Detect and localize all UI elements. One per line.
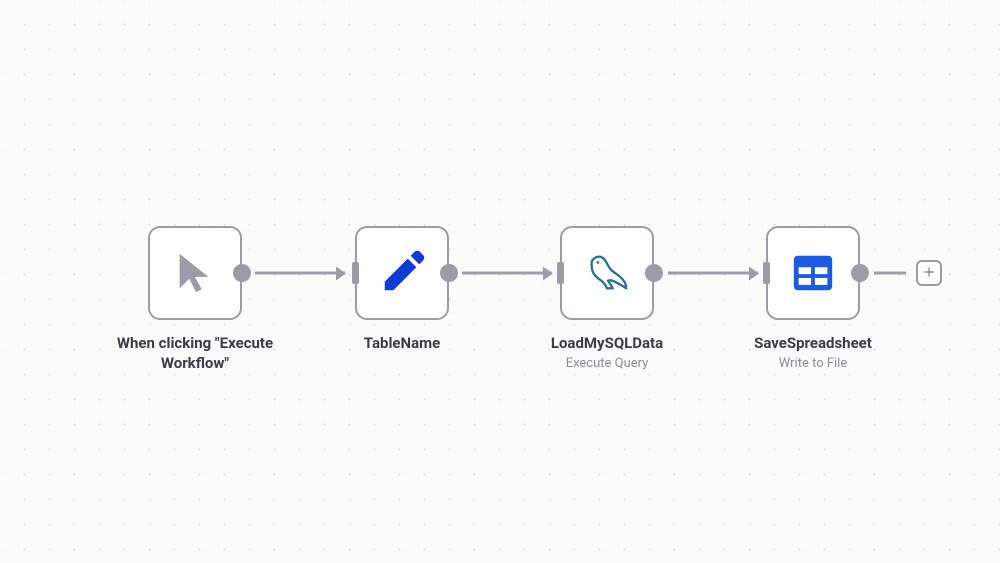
pencil-icon: [379, 250, 425, 296]
cursor-icon: [172, 250, 218, 296]
node-savespreadsheet-title: SaveSpreadsheet: [754, 334, 872, 354]
node-tablename: TableName: [307, 226, 497, 354]
node-tablename-title: TableName: [364, 334, 440, 354]
node-savespreadsheet-output-port[interactable]: [851, 264, 869, 282]
node-tablename-box[interactable]: [355, 226, 449, 320]
add-node-button[interactable]: [916, 260, 942, 286]
node-trigger-box[interactable]: [148, 226, 242, 320]
node-savespreadsheet-box[interactable]: [766, 226, 860, 320]
node-loadmysqldata-subtitle: Execute Query: [566, 356, 649, 371]
node-loadmysqldata-title: LoadMySQLData: [551, 334, 663, 354]
node-trigger-output-port[interactable]: [233, 264, 251, 282]
node-loadmysqldata: LoadMySQLData Execute Query: [512, 226, 702, 371]
node-trigger-title: When clicking "Execute Workflow": [100, 334, 290, 373]
node-savespreadsheet-subtitle: Write to File: [779, 356, 848, 371]
node-loadmysqldata-output-port[interactable]: [645, 264, 663, 282]
node-savespreadsheet-input-port[interactable]: [763, 262, 770, 284]
node-loadmysqldata-input-port[interactable]: [557, 262, 564, 284]
node-tablename-input-port[interactable]: [352, 262, 359, 284]
spreadsheet-icon: [790, 250, 836, 296]
node-savespreadsheet: SaveSpreadsheet Write to File: [718, 226, 908, 371]
workflow-canvas[interactable]: When clicking "Execute Workflow" TableNa…: [0, 0, 1000, 563]
node-trigger: When clicking "Execute Workflow": [100, 226, 290, 373]
node-loadmysqldata-box[interactable]: [560, 226, 654, 320]
node-tablename-output-port[interactable]: [440, 264, 458, 282]
plus-icon: [922, 264, 936, 283]
mysql-icon: [584, 250, 630, 296]
